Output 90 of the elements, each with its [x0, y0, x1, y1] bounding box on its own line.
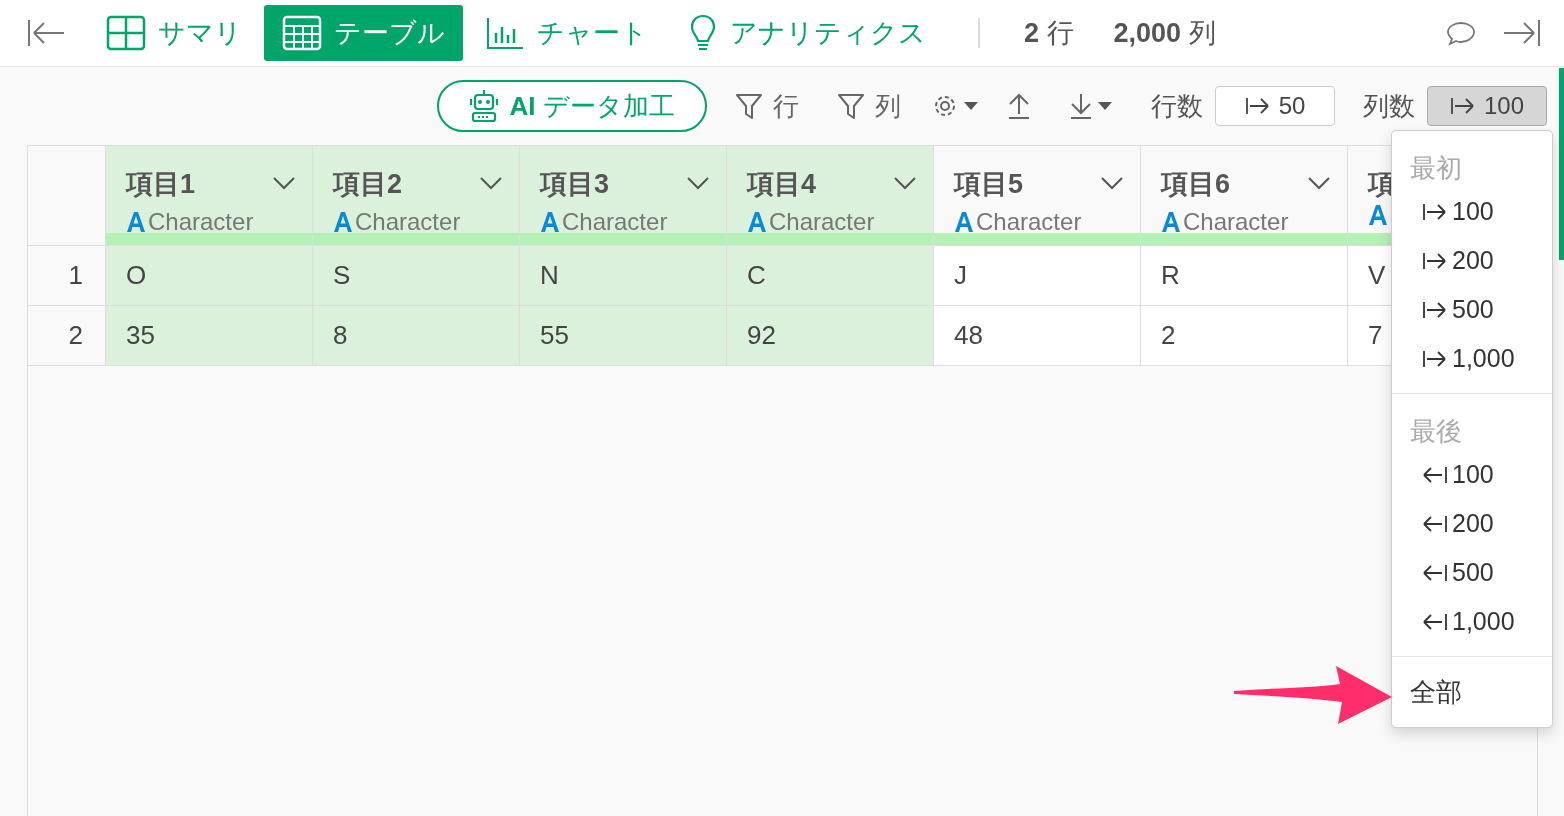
table-cell: 92: [727, 306, 934, 366]
count-label: 行数: [1151, 89, 1203, 123]
row-number: 1: [28, 246, 106, 306]
upload-icon: [1007, 92, 1031, 120]
column-header[interactable]: 項目2 Character: [313, 146, 520, 246]
arrow-to-bar-icon: [1422, 464, 1448, 485]
table-cell: 35: [106, 306, 313, 366]
menu-item[interactable]: 全部: [1392, 657, 1552, 727]
column-name: 項目3: [540, 168, 610, 201]
chevron-down-icon: [479, 176, 503, 190]
column-type: Character: [1183, 207, 1289, 237]
column-name: 項目1: [126, 168, 196, 201]
menu-heading: 最初: [1409, 152, 1463, 181]
chevron-down-icon: [893, 176, 917, 190]
count-label: 2,000 列: [1113, 16, 1216, 50]
table-cell: N: [520, 246, 727, 306]
download-icon: [1069, 92, 1093, 120]
menu-item[interactable]: 200: [1392, 499, 1552, 548]
filter-button[interactable]: 行: [735, 86, 799, 126]
filter-icon: [837, 92, 865, 120]
text-type-icon: [747, 211, 767, 233]
column-header[interactable]: 項目5 Character: [934, 146, 1141, 246]
text-type-icon: [333, 211, 353, 233]
count-dropdown[interactable]: 100: [1427, 86, 1547, 126]
arrow-from-bar-icon: [1422, 250, 1448, 271]
table-cell: C: [727, 246, 934, 306]
table-cell: J: [934, 246, 1141, 306]
grid-icon: [106, 15, 146, 51]
arrow-from-bar-icon: [1244, 96, 1271, 116]
menu-item[interactable]: 500: [1392, 548, 1552, 597]
chevron-down-icon: [1307, 176, 1331, 190]
column-type: Character: [976, 207, 1082, 237]
text-type-icon: [126, 211, 146, 233]
collapse-right-icon: [1502, 18, 1542, 48]
table-cell: 8: [313, 306, 520, 366]
menu-item[interactable]: 100: [1392, 450, 1552, 499]
text-type-icon: [540, 211, 560, 233]
column-type: Character: [355, 207, 461, 237]
arrow-from-bar-icon: [1422, 299, 1448, 320]
menu-item[interactable]: 1,000: [1392, 334, 1552, 383]
caret-icon: [963, 101, 979, 111]
menu-item[interactable]: 200: [1392, 236, 1552, 285]
table-cell: 48: [934, 306, 1141, 366]
filter-button[interactable]: 列: [837, 86, 901, 126]
arrow-from-bar-icon: [1422, 348, 1448, 369]
chevron-down-icon: [1100, 176, 1124, 190]
column-name: 項目5: [954, 168, 1024, 201]
table-cell: 2: [1141, 306, 1348, 366]
scrollbar[interactable]: [1559, 68, 1564, 260]
download-button[interactable]: [1069, 92, 1113, 120]
arrow-from-bar-icon: [1449, 96, 1476, 116]
text-type-icon: [954, 211, 974, 233]
table-cell: O: [106, 246, 313, 306]
arrow-to-bar-icon: [1422, 562, 1448, 583]
menu-heading: 最後: [1409, 415, 1463, 444]
column-type: Character: [148, 207, 254, 237]
column-name: 項目2: [333, 168, 403, 201]
robot-icon: [469, 89, 500, 123]
arrow-to-bar-icon: [1422, 611, 1448, 632]
count-dropdown[interactable]: 50: [1215, 86, 1335, 126]
collapse-left-icon: [26, 18, 66, 48]
chevron-down-icon: [272, 176, 296, 190]
text-type-icon: [1161, 211, 1181, 233]
column-header[interactable]: 項目3 Character: [520, 146, 727, 246]
comment-icon: [1446, 20, 1476, 46]
menu-item[interactable]: 100: [1392, 187, 1552, 236]
column-header[interactable]: 項目6 Character: [1141, 146, 1348, 246]
table-cell: 55: [520, 306, 727, 366]
column-name: 項目6: [1161, 168, 1231, 201]
text-type-icon: [1368, 204, 1388, 226]
table-cell: S: [313, 246, 520, 306]
chevron-down-icon: [686, 176, 710, 190]
caret-icon: [1097, 101, 1113, 111]
table-cell: R: [1141, 246, 1348, 306]
column-header[interactable]: 項目4 Character: [727, 146, 934, 246]
column-header[interactable]: 項目1 Character: [106, 146, 313, 246]
column-name: 項目4: [747, 168, 817, 201]
lightbulb-icon: [688, 13, 718, 53]
arrow-to-bar-icon: [1422, 513, 1448, 534]
column-type: Character: [562, 207, 668, 237]
count-label: 列数: [1363, 89, 1415, 123]
column-type: Character: [769, 207, 875, 237]
menu-item[interactable]: 1,000: [1392, 597, 1552, 646]
table-icon: [282, 15, 322, 51]
menu-item[interactable]: 500: [1392, 285, 1552, 334]
count-label: 2 行: [1024, 16, 1074, 50]
arrow-from-bar-icon: [1422, 201, 1448, 222]
row-number: 2: [28, 306, 106, 366]
filter-icon: [735, 92, 763, 120]
bar-chart-icon: [485, 15, 525, 51]
